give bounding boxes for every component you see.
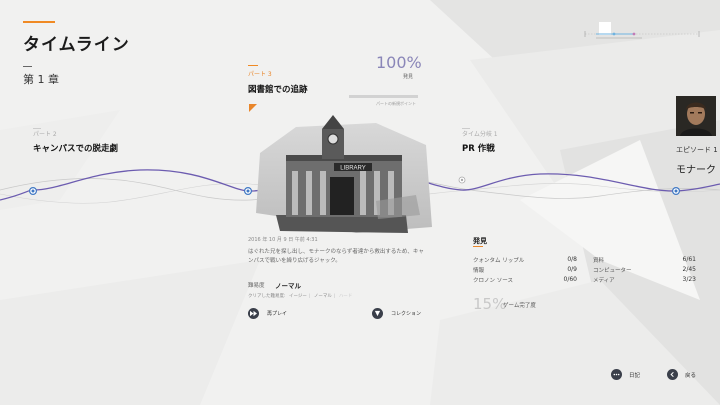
chapter-title: 第 1 章 <box>23 73 59 86</box>
part-center-title: 図書館での追跡 <box>248 85 308 95</box>
discovery-item: 情報 <box>473 268 485 274</box>
completion-label: ゲーム完了度 <box>503 303 536 309</box>
discovery-item: メディア <box>593 278 615 284</box>
chapter-photo: LIBRARY <box>256 115 432 233</box>
part-right-title: PR 作戦 <box>462 144 495 154</box>
new-flag-icon <box>249 104 257 112</box>
back-label: 戻る <box>685 372 697 379</box>
episode-title: モナーク ソ <box>676 165 720 176</box>
progress-caption: パートの新規ポイント <box>376 101 416 106</box>
cleared-normal: ノーマル <box>313 294 332 299</box>
discovery-value: 0/8 <box>567 256 577 263</box>
cleared-difficulties: クリアした難易度: イージー | ノーマル | ハード <box>248 294 353 299</box>
part-center-accent <box>248 65 258 66</box>
collection-icon <box>372 308 383 319</box>
cleared-label: クリアした難易度: <box>248 294 286 299</box>
part-card-left[interactable]: パート 2 キャンパスでの脱走劇 <box>33 128 153 158</box>
episode-avatar[interactable] <box>676 96 716 136</box>
discovery-title: 発見 <box>473 237 487 245</box>
diary-label: 日記 <box>629 372 641 379</box>
cleared-hard: ハード <box>338 294 353 299</box>
part-description: はぐれた兄を探し出し、モナークのならず者達から救出するため、キャンパスで戦いを繰… <box>248 249 424 264</box>
completion-percent: 15% <box>473 295 507 313</box>
replay-button[interactable]: 再プレイ <box>248 308 287 319</box>
part-timestamp: 2016 年 10 月 9 日 午前 4:31 <box>248 237 318 243</box>
title-accent <box>23 21 55 23</box>
difficulty-value: ノーマル <box>275 282 301 290</box>
discovery-item: 資料 <box>593 258 605 264</box>
collection-label: コレクション <box>391 311 422 317</box>
discovery-accent <box>473 246 483 247</box>
progress-bar-fill <box>349 95 418 98</box>
progress-percent-sub: 発見 <box>403 74 414 80</box>
discovery-value: 0/9 <box>567 266 577 273</box>
collection-button[interactable]: コレクション <box>372 308 421 319</box>
part-left-label: パート 2 <box>33 131 57 138</box>
diary-button[interactable]: 日記 <box>611 369 640 380</box>
fast-forward-icon <box>248 308 259 319</box>
menu-dots-icon <box>611 369 622 380</box>
difficulty-label: 難易度 <box>248 283 265 289</box>
part-right-label: タイム分岐 1 <box>462 131 498 138</box>
part-card-right[interactable]: タイム分岐 1 PR 作戦 <box>462 128 582 158</box>
discovery-value: 0/60 <box>563 276 577 283</box>
minimap-viewport <box>599 22 611 35</box>
replay-label: 再プレイ <box>267 311 288 317</box>
discovery-value: 6/61 <box>682 256 696 263</box>
back-icon <box>667 369 678 380</box>
cleared-easy: イージー <box>288 294 307 299</box>
progress-percent: 100% <box>376 53 422 72</box>
back-button[interactable]: 戻る <box>667 369 696 380</box>
part-center-label: パート 3 <box>248 71 272 78</box>
discovery-value: 3/23 <box>682 276 696 283</box>
discovery-item: コンピューター <box>593 268 632 274</box>
discovery-item: クォンタム リップル <box>473 258 525 264</box>
progress-bar <box>349 95 418 98</box>
discovery-item: クロノン ソース <box>473 278 513 284</box>
chapter-accent <box>23 66 32 67</box>
page-title: タイムライン <box>23 35 130 55</box>
part-left-title: キャンパスでの脱走劇 <box>33 144 119 154</box>
svg-text:LIBRARY: LIBRARY <box>340 166 366 172</box>
episode-label: エピソード 1 <box>676 146 718 154</box>
timeline-minimap[interactable] <box>582 22 702 46</box>
discovery-value: 2/45 <box>682 266 696 273</box>
